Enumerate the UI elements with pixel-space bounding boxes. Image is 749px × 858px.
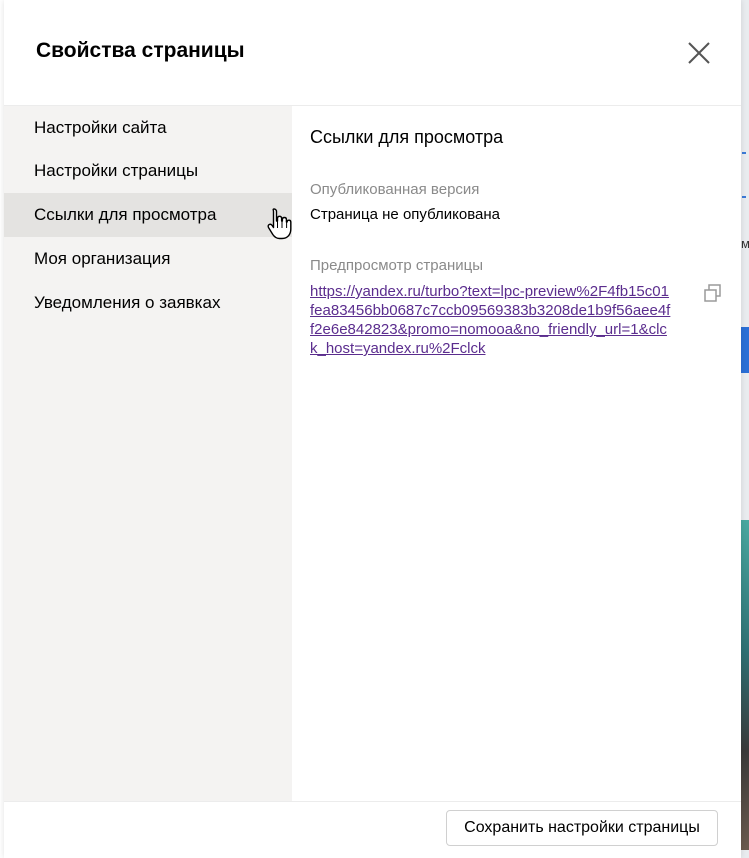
sidebar-item-preview-links[interactable]: Ссылки для просмотра — [4, 193, 292, 237]
sidebar-item-label: Моя организация — [34, 249, 171, 268]
page-preview-link[interactable]: https://yandex.ru/turbo?text=lpc-preview… — [310, 282, 672, 358]
section-title: Ссылки для просмотра — [310, 127, 504, 147]
sidebar-item-site-settings[interactable]: Настройки сайта — [4, 106, 292, 150]
page-preview-label: Предпросмотр страницы — [310, 257, 483, 274]
sidebar-item-label: Настройки страницы — [34, 161, 199, 180]
copy-icon — [704, 284, 721, 302]
close-icon — [688, 42, 710, 64]
background-blue-block — [741, 327, 749, 373]
sidebar: Настройки сайта Настройки страницы Ссылк… — [4, 106, 292, 801]
sidebar-item-my-organization[interactable]: Моя организация — [4, 237, 292, 281]
background-image-block — [741, 520, 749, 850]
page-properties-modal: Свойства страницы Настройки сайта Настро… — [4, 0, 741, 858]
close-button[interactable] — [684, 38, 714, 68]
sidebar-item-label: Ссылки для просмотра — [34, 205, 217, 224]
published-version-value: Страница не опубликована — [310, 206, 500, 223]
sidebar-item-label: Настройки сайта — [34, 118, 167, 137]
screen: м Свойства страницы Настройки сайта Наст… — [0, 0, 749, 858]
sidebar-item-request-notifications[interactable]: Уведомления о заявках — [4, 281, 292, 325]
background-tick — [742, 196, 746, 198]
save-page-settings-button[interactable]: Сохранить настройки страницы — [446, 810, 718, 846]
modal-footer: Сохранить настройки страницы — [4, 801, 741, 858]
modal-header: Свойства страницы — [4, 0, 741, 106]
content-panel: Ссылки для просмотра Опубликованная верс… — [292, 106, 741, 801]
modal-title: Свойства страницы — [36, 39, 245, 62]
copy-link-button[interactable] — [702, 282, 724, 304]
background-page-strip: м — [741, 0, 749, 858]
background-tick — [742, 152, 746, 154]
sidebar-item-page-settings[interactable]: Настройки страницы — [4, 149, 292, 193]
background-letter: м — [741, 236, 749, 251]
sidebar-item-label: Уведомления о заявках — [34, 293, 221, 312]
published-version-label: Опубликованная версия — [310, 181, 480, 198]
